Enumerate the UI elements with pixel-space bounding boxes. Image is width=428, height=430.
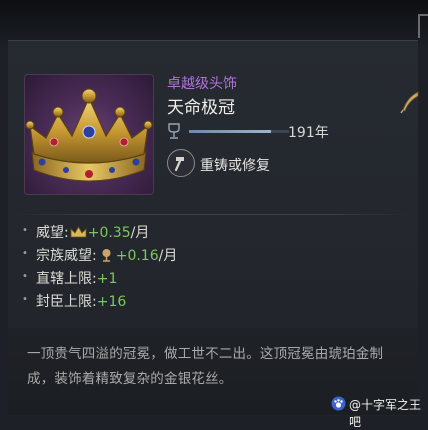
modifier-suffix: /月 <box>158 248 178 264</box>
reforge-or-repair-label: 重铸或修复 <box>200 158 270 174</box>
item-rarity: 卓越级头饰 <box>167 76 237 92</box>
modifier-dynasty-prestige: • 宗族威望: +0.16/月 <box>22 245 402 268</box>
dynasty-tree-icon <box>102 249 111 262</box>
item-age-bar-fill <box>189 130 271 133</box>
modifier-label: 威望: <box>36 225 69 241</box>
modifier-label: 宗族威望: <box>36 248 97 264</box>
modifier-domain-limit: • 直辖上限:+1 <box>22 268 402 291</box>
watermark-text: @十字军之王吧 <box>349 398 422 429</box>
modifier-value: +1 <box>96 271 118 287</box>
list-bullet: • <box>22 225 28 236</box>
goblet-icon <box>168 123 180 139</box>
section-divider <box>14 214 410 215</box>
item-portrait <box>24 74 154 195</box>
item-modifiers-list: • 威望: +0.35/月 • 宗族威望: +0.16/月 • 直辖上限:+1 … <box>22 222 402 314</box>
list-bullet: • <box>22 271 28 282</box>
modifier-value: +0.35 <box>87 225 131 241</box>
list-bullet: • <box>22 294 28 305</box>
reforge-or-repair-button[interactable]: 重铸或修复 <box>167 149 317 179</box>
background-partial-glyph <box>418 14 428 38</box>
description-line: 一顶贵气四溢的冠冕，做工世不二出。这顶冠冕由琥珀金制 <box>27 346 384 362</box>
item-age-bar <box>189 130 289 133</box>
watermark: @十字军之王吧 <box>331 393 428 429</box>
modifier-label: 直辖上限: <box>36 271 97 287</box>
hammer-icon-frame <box>167 149 195 177</box>
modifier-label: 封臣上限: <box>36 294 97 310</box>
modifier-value: +16 <box>96 294 127 310</box>
item-name: 天命极冠 <box>167 98 235 118</box>
modifier-value: +0.16 <box>115 248 159 264</box>
description-line: 成，装饰着精致复杂的金银花丝。 <box>27 371 233 387</box>
hammer-icon <box>174 157 184 172</box>
modifier-suffix: /月 <box>130 225 150 241</box>
crown-prestige-icon <box>70 226 87 238</box>
item-age-value: 191年 <box>288 125 329 141</box>
item-description: 一顶贵气四溢的冠冕，做工世不二出。这顶冠冕由琥珀金制 成，装饰着精致复杂的金银花… <box>27 342 403 392</box>
paw-icon <box>331 396 346 411</box>
item-age-row: 191年 <box>167 121 407 141</box>
modifier-prestige: • 威望: +0.35/月 <box>22 222 402 245</box>
modifier-vassal-limit: • 封臣上限:+16 <box>22 291 402 314</box>
crown-image <box>25 88 153 182</box>
list-bullet: • <box>22 248 28 259</box>
quill-icon[interactable] <box>398 90 422 114</box>
